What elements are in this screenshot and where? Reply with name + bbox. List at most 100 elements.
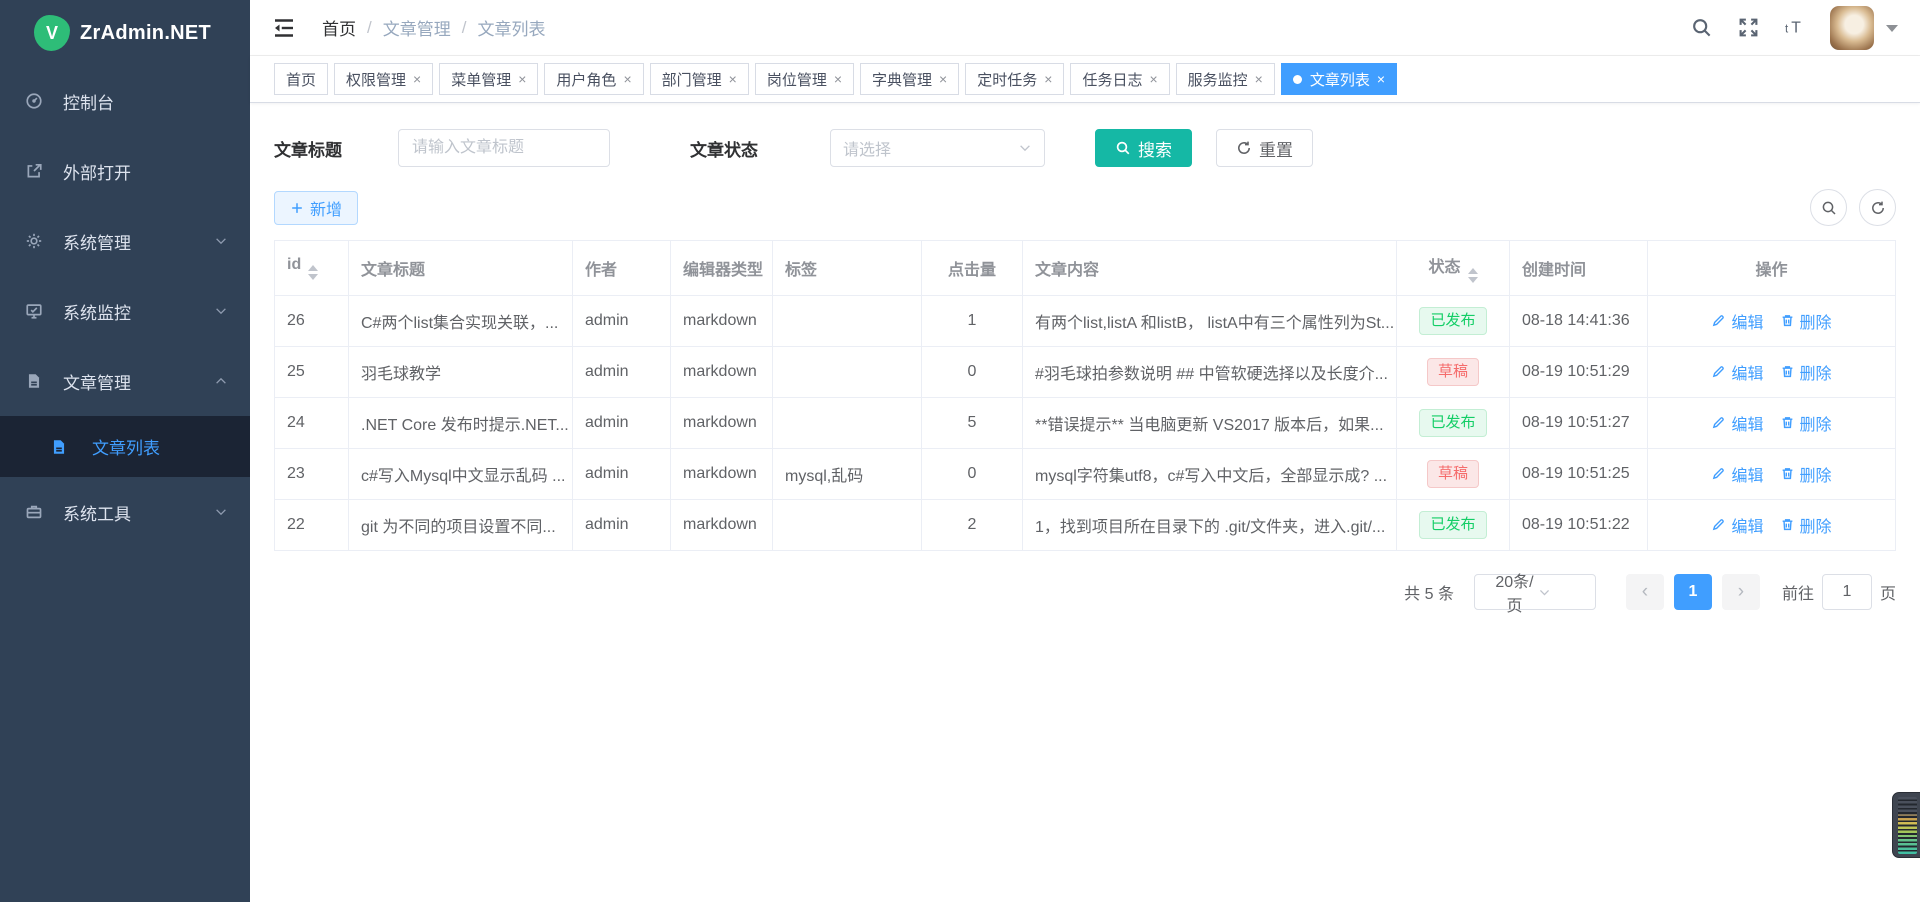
tab-task-log[interactable]: 任务日志× <box>1070 63 1169 95</box>
tab-home[interactable]: 首页 <box>274 63 328 95</box>
reset-button[interactable]: 重置 <box>1216 129 1313 167</box>
close-tab-icon[interactable]: × <box>1377 72 1385 86</box>
sidebar-item-label: 系统管理 <box>63 229 214 254</box>
select-placeholder: 请选择 <box>843 136 1018 160</box>
delete-icon <box>1780 313 1800 328</box>
external-link-icon <box>25 162 43 180</box>
article-icon <box>25 372 43 390</box>
dashboard-icon <box>25 92 43 110</box>
prev-page-button[interactable]: ‹ <box>1626 574 1664 610</box>
gear-icon <box>25 232 43 250</box>
font-size-icon[interactable]: t T <box>1785 17 1806 38</box>
close-tab-icon[interactable]: × <box>939 72 947 86</box>
cell-id: 26 <box>275 296 349 347</box>
edit-icon <box>1711 313 1731 328</box>
close-tab-icon[interactable]: × <box>1149 72 1157 86</box>
edit-icon <box>1711 364 1731 379</box>
sidebar-item-external-open[interactable]: 外部打开 <box>0 136 250 206</box>
cell-id: 25 <box>275 347 349 398</box>
toggle-search-icon[interactable] <box>1810 189 1847 226</box>
article-title-input[interactable] <box>398 129 610 167</box>
column-header-tags: 标签 <box>773 241 922 296</box>
goto-page-input[interactable] <box>1822 574 1872 610</box>
tab-post-manage[interactable]: 岗位管理 × <box>755 63 854 95</box>
breadcrumb-home[interactable]: 首页 <box>322 15 356 40</box>
edit-button[interactable]: 编辑 <box>1711 411 1763 435</box>
cell-author: admin <box>573 449 671 500</box>
search-icon[interactable] <box>1691 17 1712 38</box>
edit-button[interactable]: 编辑 <box>1711 309 1763 333</box>
tab-cron-task[interactable]: 定时任务× <box>965 63 1064 95</box>
tab-label: 文章列表 <box>1310 69 1370 90</box>
column-header-status[interactable]: 状态 <box>1397 241 1510 296</box>
sidebar-item-label: 文章管理 <box>63 369 214 394</box>
active-tab-dot <box>1293 75 1302 84</box>
sidebar-item-console[interactable]: 控制台 <box>0 66 250 136</box>
column-header-title: 文章标题 <box>349 241 573 296</box>
article-status-label: 文章状态 <box>690 136 758 161</box>
tab-dict-manage[interactable]: 字典管理× <box>860 63 959 95</box>
close-tab-icon[interactable]: × <box>413 72 421 86</box>
close-tab-icon[interactable]: × <box>834 72 842 86</box>
tab-menu-manage[interactable]: 菜单管理× <box>439 63 538 95</box>
refresh-icon[interactable] <box>1859 189 1896 226</box>
delete-button[interactable]: 删除 <box>1780 411 1832 435</box>
sidebar-item-article-list[interactable]: 文章列表 <box>0 416 250 477</box>
close-tab-icon[interactable]: × <box>518 72 526 86</box>
edit-button[interactable]: 编辑 <box>1711 462 1763 486</box>
current-page-button[interactable]: 1 <box>1674 574 1712 610</box>
fullscreen-icon[interactable] <box>1738 17 1759 38</box>
filter-form: 文章标题 文章状态 请选择 搜索 重置 <box>274 129 1896 167</box>
add-button[interactable]: 新增 <box>274 191 358 225</box>
delete-button[interactable]: 删除 <box>1780 309 1832 333</box>
tab-perm-manage[interactable]: 权限管理× <box>334 63 433 95</box>
close-tab-icon[interactable]: × <box>1044 72 1052 86</box>
cell-editor: markdown <box>671 500 773 551</box>
cell-clicks: 0 <box>922 449 1023 500</box>
breadcrumb-article-list: 文章列表 <box>477 15 545 40</box>
toolbox-icon <box>25 503 43 521</box>
user-avatar[interactable] <box>1830 6 1874 50</box>
sidebar-item-system-manage[interactable]: 系统管理 <box>0 206 250 276</box>
column-header-id[interactable]: id <box>275 241 349 296</box>
edit-button[interactable]: 编辑 <box>1711 513 1763 537</box>
search-button[interactable]: 搜索 <box>1095 129 1192 167</box>
cell-title: c#写入Mysql中文显示乱码 ... <box>349 449 573 500</box>
delete-button[interactable]: 删除 <box>1780 462 1832 486</box>
page-size-select[interactable]: 20条/页 <box>1474 574 1596 610</box>
page-unit-label: 页 <box>1880 580 1896 604</box>
chevron-down-icon <box>214 505 228 519</box>
caret-down-icon[interactable] <box>1886 25 1898 38</box>
sidebar-item-system-tools[interactable]: 系统工具 <box>0 477 250 547</box>
delete-icon <box>1780 517 1800 532</box>
sidebar-item-label: 系统工具 <box>63 500 214 525</box>
tab-user-role[interactable]: 用户角色× <box>544 63 643 95</box>
edit-button[interactable]: 编辑 <box>1711 360 1763 384</box>
sidebar-collapse-icon[interactable] <box>272 16 296 40</box>
article-status-select[interactable]: 请选择 <box>830 129 1045 167</box>
close-tab-icon[interactable]: × <box>1255 72 1263 86</box>
edit-icon <box>1711 466 1731 481</box>
tab-label: 岗位管理 <box>767 69 827 90</box>
chevron-down-icon <box>214 234 228 248</box>
sort-icon[interactable] <box>1468 268 1478 283</box>
tab-dept-manage[interactable]: 部门管理× <box>650 63 749 95</box>
cell-id: 22 <box>275 500 349 551</box>
close-tab-icon[interactable]: × <box>623 72 631 86</box>
level-meter-widget[interactable] <box>1892 792 1920 858</box>
delete-button[interactable]: 删除 <box>1780 513 1832 537</box>
sidebar-item-article-manage[interactable]: 文章管理 <box>0 346 250 416</box>
tab-service-monitor[interactable]: 服务监控 × <box>1176 63 1275 95</box>
status-badge: 已发布 <box>1419 409 1486 437</box>
sidebar-item-system-monitor[interactable]: 系统监控 <box>0 276 250 346</box>
column-header-editor: 编辑器类型 <box>671 241 773 296</box>
close-tab-icon[interactable]: × <box>729 72 737 86</box>
tab-label: 服务监控 <box>1188 69 1248 90</box>
column-header-created: 创建时间 <box>1510 241 1648 296</box>
delete-button[interactable]: 删除 <box>1780 360 1832 384</box>
next-page-button[interactable]: › <box>1722 574 1760 610</box>
tab-article-list[interactable]: 文章列表 × <box>1281 63 1397 95</box>
cell-clicks: 1 <box>922 296 1023 347</box>
sort-icon[interactable] <box>308 265 318 280</box>
chevron-down-icon <box>214 304 228 318</box>
